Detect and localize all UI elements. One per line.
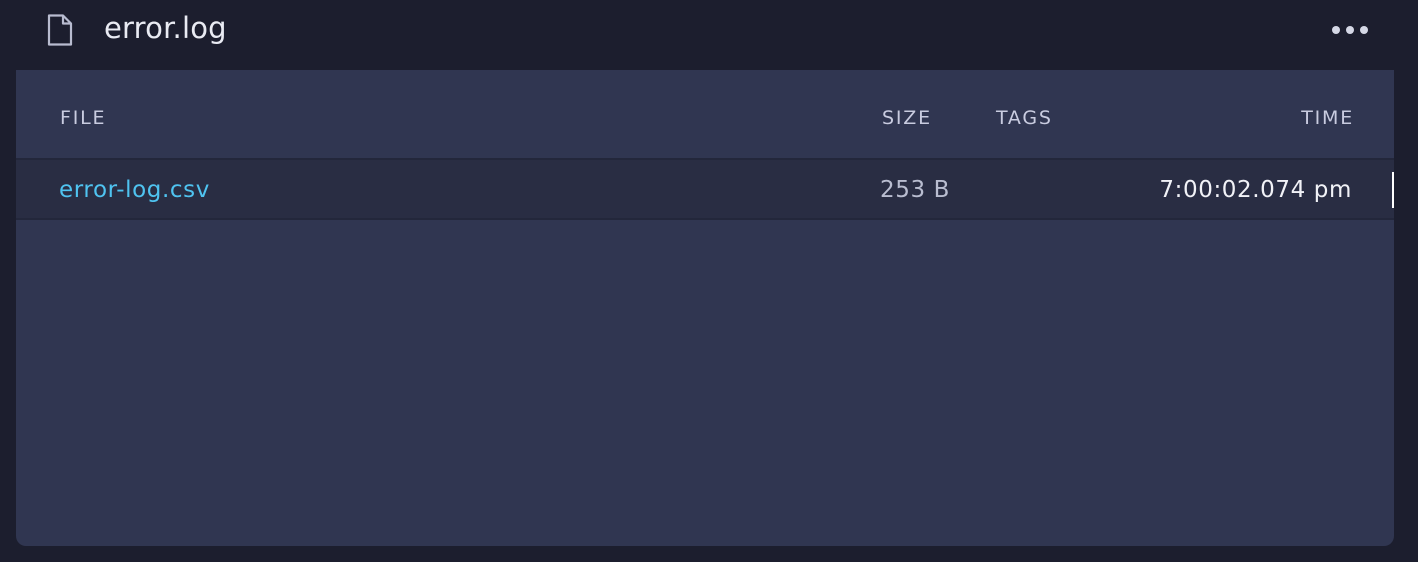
file-time: 7:00:02.074 pm (1159, 177, 1352, 203)
files-panel: FILE SIZE TAGS TIME error-log.csv 253 B … (16, 70, 1394, 546)
column-header-size[interactable]: SIZE (882, 107, 932, 129)
more-horizontal-icon (1360, 26, 1368, 34)
column-header-tags[interactable]: TAGS (996, 107, 1053, 129)
table-row[interactable]: error-log.csv 253 B 7:00:02.074 pm (16, 160, 1394, 220)
file-icon (46, 14, 74, 46)
more-horizontal-icon (1332, 26, 1340, 34)
resize-handle[interactable] (1392, 172, 1394, 208)
file-size: 253 B (880, 177, 950, 203)
column-header-time[interactable]: TIME (1301, 107, 1354, 129)
file-header: error.log (0, 0, 1418, 68)
column-header-file[interactable]: FILE (60, 107, 106, 129)
file-link[interactable]: error-log.csv (59, 177, 210, 203)
table-header: FILE SIZE TAGS TIME (16, 70, 1394, 160)
page-title: error.log (104, 11, 227, 45)
more-horizontal-icon (1346, 26, 1354, 34)
more-options-button[interactable] (1324, 20, 1376, 40)
